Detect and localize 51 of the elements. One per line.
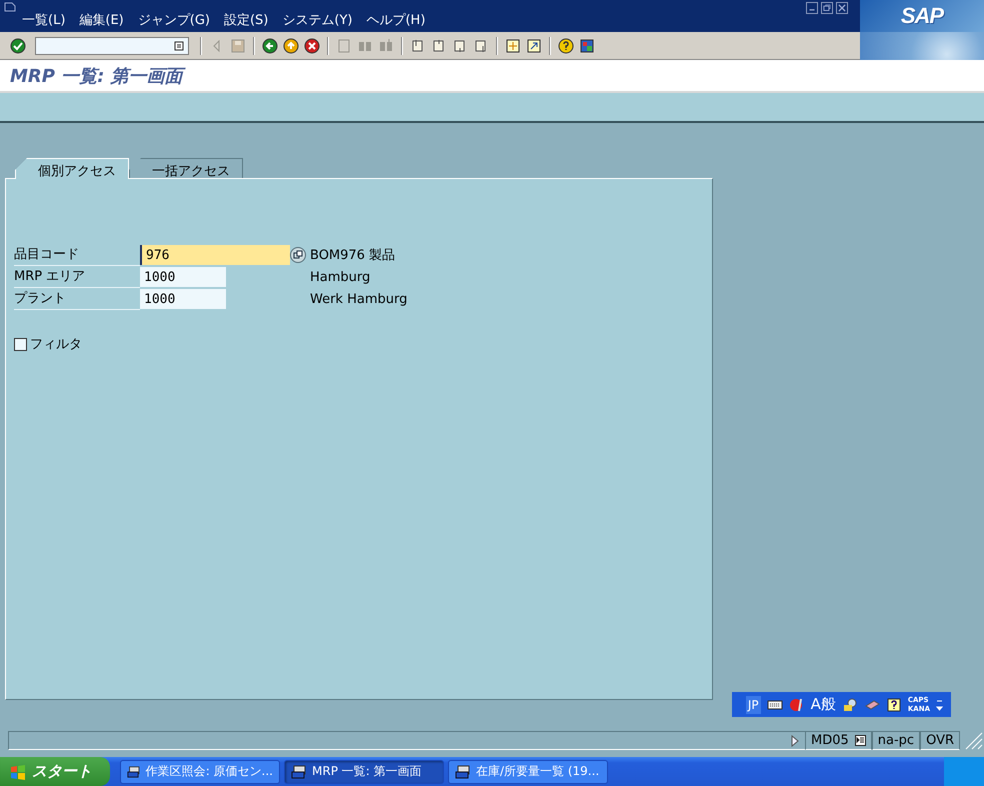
taskbar-button[interactable]: 在庫/所要量一覧 (19... xyxy=(448,760,608,784)
menu-item[interactable]: ジャンプ(G) xyxy=(138,11,210,29)
taskbar-button[interactable]: MRP 一覧: 第一画面 xyxy=(284,760,444,784)
tab[interactable]: 個別アクセス xyxy=(15,158,129,179)
start-button[interactable]: スタート xyxy=(0,757,110,786)
menu-item[interactable]: 編集(E) xyxy=(79,11,124,29)
list-icon[interactable] xyxy=(854,735,866,746)
restore-icon[interactable] xyxy=(821,2,833,14)
cancel-icon[interactable] xyxy=(304,38,320,54)
field-description: Werk Hamburg xyxy=(310,292,408,306)
help-icon[interactable] xyxy=(886,696,902,712)
ball-icon[interactable] xyxy=(788,696,805,712)
sap-window-icon xyxy=(127,764,141,778)
system-tray xyxy=(944,757,984,786)
transaction-code: MD05 xyxy=(810,733,849,748)
tab[interactable]: 一括アクセス xyxy=(129,158,243,178)
enter-icon[interactable] xyxy=(10,38,26,54)
value-help-icon[interactable] xyxy=(290,247,306,263)
insert-mode: OVR xyxy=(920,731,960,750)
input-field[interactable]: 1000 xyxy=(140,289,226,309)
input-field[interactable]: 976 xyxy=(140,245,290,265)
sap-window-icon xyxy=(455,764,471,778)
menu-item[interactable]: 一覧(L) xyxy=(22,11,66,29)
menu-item[interactable]: システム(Y) xyxy=(282,11,352,29)
menu-item[interactable]: ヘルプ(H) xyxy=(366,11,426,29)
windows-flag-icon xyxy=(10,764,26,780)
field-description: BOM976 製品 xyxy=(310,247,396,264)
checkbox-label: フィルタ xyxy=(30,336,82,353)
new-session-icon[interactable] xyxy=(505,38,521,54)
server-name: na-pc xyxy=(872,731,920,750)
taskbar-button[interactable]: 作業区照会: 原価セン... xyxy=(120,760,280,784)
history-icon[interactable] xyxy=(174,40,184,50)
window-menu-icon[interactable] xyxy=(4,2,16,12)
help-icon[interactable] xyxy=(558,38,574,54)
ime-mode-button[interactable]: JP xyxy=(746,696,761,714)
input-mode-button[interactable]: A般 xyxy=(810,695,836,714)
input-field[interactable]: 1000 xyxy=(140,267,226,287)
layout-icon[interactable] xyxy=(579,38,595,54)
command-field[interactable] xyxy=(35,36,189,54)
sap-window-icon xyxy=(291,764,307,778)
sap-logo: SAP xyxy=(900,3,944,29)
shortcut-icon[interactable] xyxy=(526,38,542,54)
close-icon[interactable] xyxy=(836,2,848,14)
system-info-field[interactable]: MD05 xyxy=(804,731,872,750)
minimize-icon[interactable] xyxy=(806,2,818,14)
exit-icon[interactable] xyxy=(283,38,299,54)
menu-item[interactable]: 設定(S) xyxy=(224,11,268,29)
back-icon[interactable] xyxy=(262,38,278,54)
expand-triangle-icon[interactable] xyxy=(790,734,799,746)
checkbox[interactable] xyxy=(14,338,27,350)
field-description: Hamburg xyxy=(310,270,370,284)
